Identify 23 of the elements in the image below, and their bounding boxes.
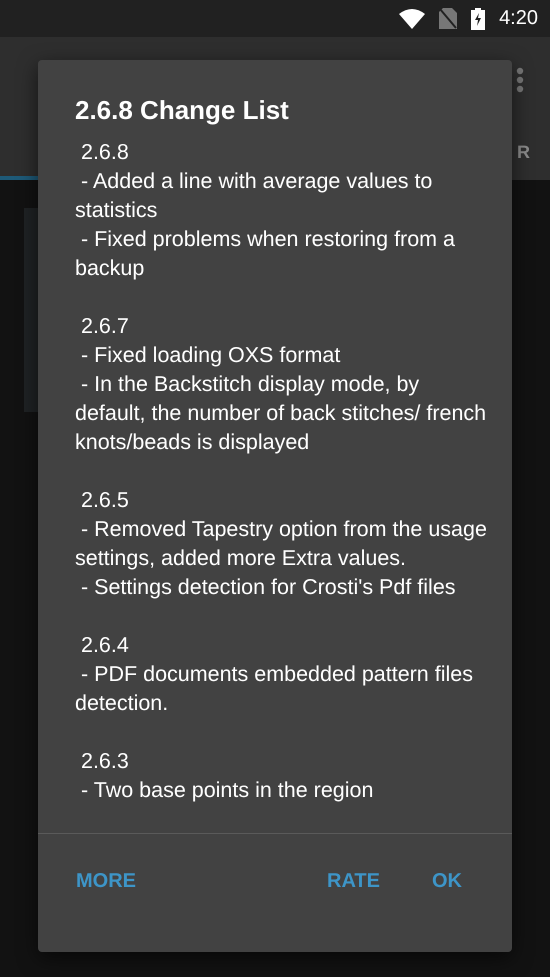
- change-item: - In the Backstitch display mode, by default, the number of back stitches/ french knots/beads is displayed: [75, 371, 488, 456]
- no-sim-icon: [439, 8, 458, 29]
- dialog-button[interactable]: RATE: [315, 864, 392, 899]
- change-item: - Two base points in the region: [80, 777, 374, 804]
- tab-label[interactable]: R: [517, 142, 530, 163]
- wifi-icon: [399, 8, 426, 28]
- clock-time: 4:20: [499, 7, 538, 30]
- dialog-button[interactable]: MORE: [64, 864, 148, 899]
- version-label: 2.6.7: [80, 313, 130, 340]
- change-item: - Settings detection for Crosti's Pdf files: [80, 574, 457, 601]
- change-item: - PDF documents embedded pattern files detection.: [75, 661, 474, 717]
- dialog-title: 2.6.8 Change List: [75, 94, 290, 126]
- battery-charging-icon: [471, 8, 486, 30]
- more-options-icon[interactable]: [516, 67, 524, 93]
- version-label: 2.6.8: [80, 139, 130, 166]
- version-label: 2.6.3: [80, 748, 130, 775]
- version-label: 2.6.4: [80, 632, 130, 659]
- change-item: - Fixed problems when restoring from a backup: [75, 226, 456, 282]
- dialog-button[interactable]: OK: [420, 864, 474, 899]
- change-item: - Fixed loading OXS format: [80, 342, 342, 369]
- version-label: 2.6.5: [80, 487, 130, 514]
- change-item: - Removed Tapestry option from the usage settings, added more Extra values.: [75, 516, 488, 572]
- change-item: - Added a line with average values to statistics: [75, 168, 434, 224]
